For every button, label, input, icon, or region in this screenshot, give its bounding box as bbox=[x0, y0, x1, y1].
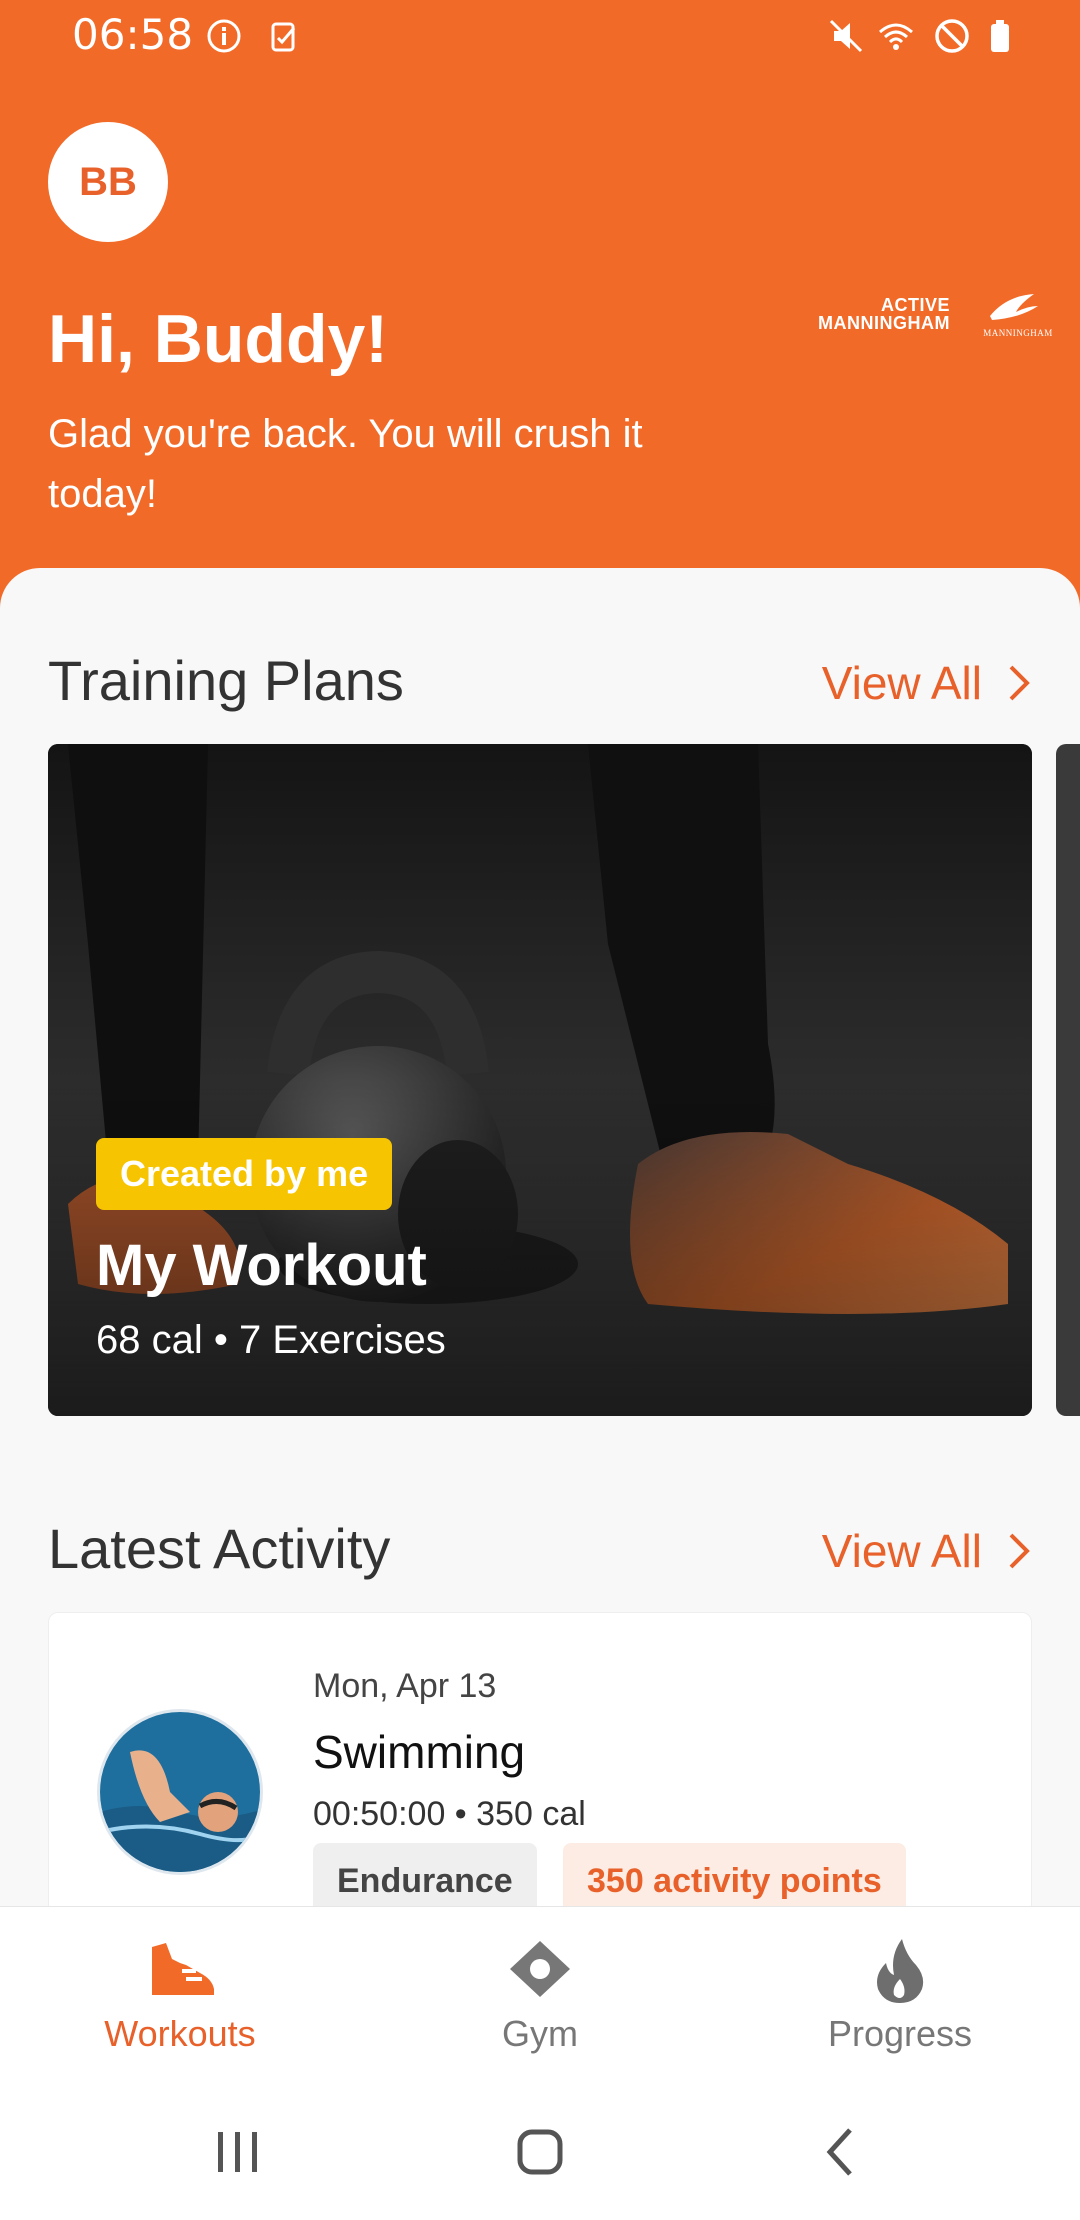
location-pin-icon bbox=[510, 1941, 570, 1997]
chevron-right-icon bbox=[1009, 665, 1030, 701]
avatar[interactable]: BB bbox=[48, 122, 168, 242]
brand-logo: ACTIVE MANNINGHAM MANNINGHAM bbox=[810, 294, 1060, 346]
status-bar: 06:58 bbox=[0, 0, 1080, 72]
status-time: 06:58 bbox=[72, 10, 194, 59]
activity-tag-endurance: Endurance bbox=[313, 1843, 537, 1908]
nav-item-progress[interactable]: Progress bbox=[780, 1935, 1020, 2055]
shoe-icon bbox=[152, 1943, 214, 1995]
mute-icon bbox=[829, 19, 863, 53]
activity-name: Swimming bbox=[313, 1726, 526, 1778]
latest-activity-view-all-button[interactable]: View All bbox=[822, 1524, 1032, 1578]
plan-title: My Workout bbox=[96, 1233, 427, 1298]
nav-label-progress: Progress bbox=[827, 2013, 973, 2054]
svg-text:MANNINGHAM: MANNINGHAM bbox=[983, 328, 1053, 338]
training-plans-view-all-button[interactable]: View All bbox=[822, 656, 1032, 710]
activity-card[interactable]: Mon, Apr 13 Swimming 00:50:00 • 350 cal … bbox=[48, 1612, 1032, 1908]
created-by-me-badge: Created by me bbox=[96, 1138, 393, 1210]
recent-apps-icon[interactable] bbox=[208, 2122, 268, 2182]
training-plans-title: Training Plans bbox=[48, 649, 404, 712]
system-nav-bar bbox=[0, 2076, 1080, 2220]
greeting-subtext: Glad you're back. You will crush it toda… bbox=[48, 412, 643, 516]
nav-item-gym[interactable]: Gym bbox=[420, 1935, 660, 2055]
bottom-nav: Workouts Gym Progress bbox=[0, 1906, 1080, 2076]
swimming-photo bbox=[97, 1709, 263, 1875]
flame-icon bbox=[877, 1939, 924, 2003]
activity-points-tag: 350 activity points bbox=[563, 1843, 906, 1908]
latest-activity-title: Latest Activity bbox=[48, 1517, 391, 1580]
clipboard-check-icon bbox=[271, 22, 296, 52]
activity-meta: 00:50:00 • 350 cal bbox=[313, 1795, 586, 1833]
next-plan-card-peek[interactable] bbox=[1056, 744, 1080, 1416]
training-plan-card[interactable]: Created by me My Workout 68 cal • 7 Exer… bbox=[48, 744, 1032, 1416]
activity-date: Mon, Apr 13 bbox=[313, 1667, 497, 1705]
workout-photo bbox=[48, 744, 1032, 1416]
back-icon[interactable] bbox=[812, 2122, 872, 2182]
greeting-title: Hi, Buddy! bbox=[48, 301, 388, 377]
chevron-right-icon bbox=[1009, 1533, 1030, 1569]
header: 06:58 BB Hi, Buddy! Glad you're back. Yo… bbox=[0, 0, 1080, 620]
plan-meta: 68 cal • 7 Exercises bbox=[96, 1318, 446, 1362]
nav-item-workouts[interactable]: Workouts bbox=[60, 1935, 300, 2055]
main-content: Training Plans View All Created by me My… bbox=[0, 568, 1080, 1908]
view-all-label: View All bbox=[821, 1525, 982, 1577]
wifi-icon bbox=[879, 23, 913, 50]
info-icon bbox=[207, 19, 241, 53]
blocked-icon bbox=[935, 19, 969, 53]
nav-label-gym: Gym bbox=[502, 2013, 578, 2054]
battery-icon bbox=[991, 20, 1009, 52]
brand-logo-text: ACTIVE MANNINGHAM bbox=[818, 295, 950, 333]
manningham-logo-icon: MANNINGHAM bbox=[983, 294, 1053, 338]
home-icon[interactable] bbox=[510, 2122, 570, 2182]
nav-label-workouts: Workouts bbox=[104, 2013, 256, 2054]
view-all-label: View All bbox=[821, 657, 982, 709]
